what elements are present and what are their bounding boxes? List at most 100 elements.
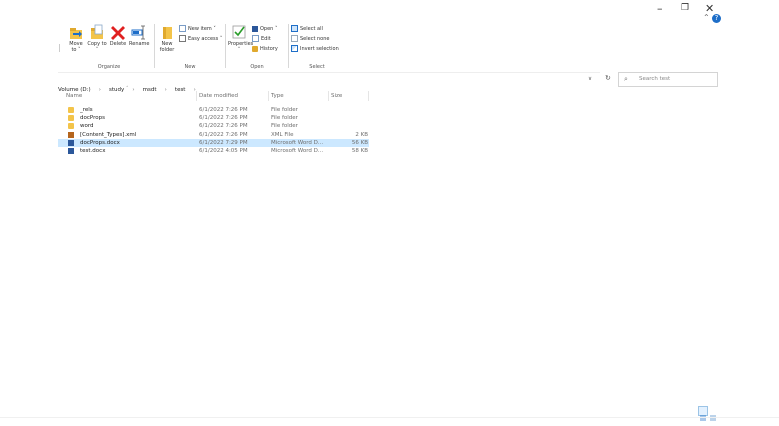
copy-to-button[interactable]: Copy to ˅ — [87, 24, 107, 53]
file-date-modified: 6/1/2022 7:26 PM — [199, 107, 248, 113]
refresh-icon[interactable]: ↻ — [605, 74, 611, 82]
file-size — [334, 122, 368, 130]
column-divider[interactable] — [196, 91, 197, 101]
minimize-button[interactable]: – — [657, 2, 663, 15]
select-group-label: Select — [309, 64, 325, 70]
file-name: docProps — [80, 115, 105, 122]
select-all-icon — [291, 25, 298, 32]
ribbon-separator — [225, 24, 226, 68]
breadcrumb-separator: › — [132, 87, 135, 93]
breadcrumb-segment[interactable]: study — [109, 87, 124, 93]
file-name: [Content_Types].xml — [80, 131, 137, 138]
column-header-type[interactable]: Type — [271, 93, 284, 99]
new-item-button[interactable]: New item ˅ — [179, 25, 216, 34]
file-name: docProps.docx — [80, 139, 120, 146]
open-button[interactable]: Open ˅ — [252, 25, 277, 34]
select-all-button[interactable]: Select all — [291, 25, 323, 34]
new-folder-button[interactable]: New folder — [157, 24, 177, 53]
column-divider[interactable] — [328, 91, 329, 101]
easy-access-icon — [179, 35, 186, 42]
address-dropdown-icon[interactable]: ∨ — [588, 76, 592, 82]
rename-button[interactable]: Rename — [129, 24, 150, 47]
delete-icon — [110, 24, 126, 40]
file-name: _rels — [80, 107, 93, 113]
search-icon: ⌕ — [624, 75, 628, 83]
invert-selection-icon — [291, 45, 298, 52]
file-row[interactable]: [Content_Types].xml 6/1/2022 7:26 PM XML F… — [58, 131, 369, 139]
file-type: Microsoft Word D... — [271, 148, 324, 154]
select-group: Select all Select none Invert selection … — [291, 22, 343, 70]
organize-group-label: Organize — [97, 64, 121, 70]
search-box[interactable]: ⌕ Search test — [618, 72, 718, 87]
breadcrumb-separator: › — [98, 87, 101, 93]
select-none-icon — [291, 35, 298, 42]
file-row[interactable]: _rels 6/1/2022 7:26 PM File folder — [58, 106, 369, 114]
easy-access-button[interactable]: Easy access ˅ — [179, 35, 222, 44]
column-header-date[interactable]: Date modified — [199, 93, 238, 99]
large-icons-view-button[interactable] — [709, 407, 717, 421]
file-row[interactable]: docProps 6/1/2022 7:26 PM File folder — [58, 114, 369, 122]
open-group: Properties ˅ Open ˅ Edit History Open — [228, 22, 286, 70]
column-header-name[interactable]: Name — [66, 93, 82, 99]
select-none-button[interactable]: Select none — [291, 35, 330, 44]
file-type: XML File — [271, 131, 294, 138]
file-date-modified: 6/1/2022 7:26 PM — [199, 123, 248, 130]
rename-icon — [131, 24, 147, 40]
xml-file-icon — [68, 131, 74, 138]
file-row[interactable]: test.docx 6/1/2022 4:05 PM Microsoft Word … — [58, 147, 369, 155]
copy-to-icon — [89, 24, 105, 40]
new-group-label: New — [184, 64, 196, 70]
breadcrumb-separator: › — [164, 87, 167, 93]
maximize-button[interactable]: ❐ — [681, 3, 689, 13]
address-bar[interactable]: Volume (D:) › study › msdt › test › ∨ — [58, 72, 600, 93]
file-name: test.docx — [80, 148, 106, 154]
word-doc-icon — [68, 148, 74, 154]
file-size — [334, 114, 368, 122]
folder-icon — [68, 123, 74, 130]
file-row[interactable]: word 6/1/2022 7:26 PM File folder — [58, 122, 369, 130]
invert-selection-button[interactable]: Invert selection — [291, 45, 339, 54]
open-group-label: Open — [250, 64, 264, 70]
file-date-modified: 6/1/2022 7:26 PM — [199, 115, 248, 122]
breadcrumb-segment[interactable]: test — [175, 87, 186, 93]
move-to-icon — [68, 24, 84, 40]
file-size: 58 KB — [351, 148, 368, 154]
ribbon-separator — [288, 24, 289, 68]
folder-icon — [68, 115, 74, 122]
file-name: word — [80, 123, 94, 130]
folder-icon — [68, 107, 74, 113]
move-to-button[interactable]: Move to ˅ — [66, 24, 86, 53]
ribbon-separator — [154, 24, 155, 68]
new-item-icon — [179, 25, 186, 32]
collapse-ribbon-icon[interactable]: ⌃ — [703, 13, 710, 22]
breadcrumb-segment[interactable]: msdt — [143, 87, 157, 93]
large-icons-view-icon — [710, 415, 716, 421]
file-date-modified: 6/1/2022 7:26 PM — [199, 131, 248, 138]
file-size — [334, 106, 368, 114]
file-size: 56 KB — [351, 139, 368, 146]
file-type: File folder — [271, 115, 298, 122]
column-divider[interactable] — [368, 91, 369, 101]
new-folder-icon — [159, 24, 175, 40]
properties-icon — [231, 24, 247, 40]
word-doc-icon — [68, 139, 74, 146]
file-type: File folder — [271, 107, 298, 113]
file-type: File folder — [271, 123, 298, 130]
history-button[interactable]: History — [252, 45, 278, 54]
edit-icon — [252, 35, 259, 42]
column-header-size[interactable]: Size — [331, 93, 342, 99]
column-divider[interactable] — [268, 91, 269, 101]
file-size: 2 KB — [355, 131, 368, 138]
help-icon[interactable]: ? — [712, 14, 721, 23]
edit-button[interactable]: Edit — [252, 35, 271, 44]
delete-button[interactable]: Delete — [108, 24, 128, 47]
sort-indicator-icon: ˄ — [126, 86, 129, 92]
history-icon — [252, 45, 258, 52]
file-row[interactable]: docProps.docx 6/1/2022 7:29 PM Microsoft W… — [58, 138, 369, 147]
file-date-modified: 6/1/2022 4:05 PM — [199, 148, 248, 154]
details-view-button[interactable] — [698, 406, 708, 421]
properties-button[interactable]: Properties ˅ — [228, 24, 253, 53]
details-view-icon — [700, 415, 706, 421]
ribbon: Move to ˅ Copy to ˅ Delete Rename Organi… — [58, 22, 348, 70]
search-input[interactable]: Search test — [639, 76, 670, 82]
